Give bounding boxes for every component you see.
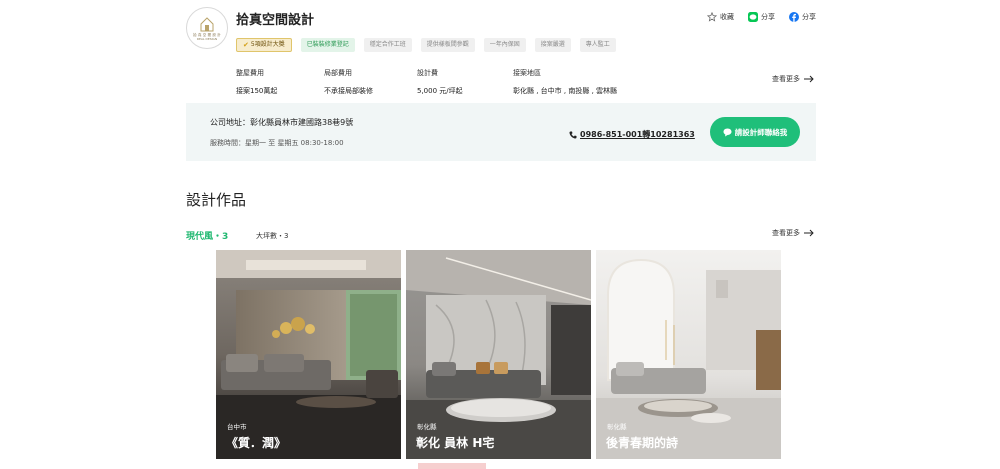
partial-label: 局部費用 [324,69,352,77]
chat-bubble-icon [723,128,732,136]
info-full-house: 整屋費用 接案150萬起 [236,68,277,96]
portfolio-see-more-label: 查看更多 [772,229,800,237]
arrow-right-icon [804,229,814,237]
award-tag-label: 5項設計大獎 [250,41,285,48]
favorite-button[interactable]: 收藏 [707,12,734,22]
arrow-right-icon [804,75,814,83]
info-service-area: 接案地區 彰化縣 , 台中市 , 南投縣 , 雲林縣 [513,68,617,96]
card-title: 彰化 員林 H宅 [416,436,495,450]
line-share-button[interactable]: 分享 [748,12,775,22]
logo-caption-en: REAL DESIGN [196,36,218,41]
portfolio-card[interactable]: 台中市 《質．潤》 [216,250,401,459]
phone-icon [569,131,577,138]
card-location: 台中市 [227,423,247,431]
company-logo: 拾 真 空 間 設 計 REAL DESIGN [186,7,228,49]
star-icon [707,12,717,22]
tab-large-size[interactable]: 大坪數・3 [256,231,288,241]
facebook-share-button[interactable]: 分享 [789,12,816,22]
design-fee-value: 5,000 元/坪起 [417,87,463,95]
favorite-label: 收藏 [720,13,734,21]
line-icon [748,12,758,22]
service-area-value: 彰化縣 , 台中市 , 南投縣 , 雲林縣 [513,87,618,95]
company-address: 公司地址：彰化縣員林市建國路38巷9號 [210,118,354,127]
tag-selective: 接案嚴選 [534,38,571,52]
info-partial: 局部費用 不承接局部裝修 [324,68,373,96]
card-location: 彰化縣 [607,423,627,431]
card-location: 彰化縣 [417,423,437,431]
phone-number: 0986-851-001轉10281363 [580,130,695,139]
info-see-more-label: 查看更多 [772,75,800,83]
full-house-value: 接案150萬起 [236,87,278,95]
banner-edge [418,463,486,469]
tag-warranty: 一年內保固 [483,38,526,52]
contact-panel: 公司地址：彰化縣員林市建國路38巷9號 服務時間：星期一 至 星期五 08:30… [186,103,816,161]
header-actions: 收藏 分享 分享 [707,12,816,22]
registered-tag: 已裝裝修業登記 [300,38,355,52]
feature-tags: ✔ 5項設計大獎 已裝裝修業登記 穩定合作工班 提供樣板間參觀 一年內保固 接案… [236,38,616,52]
contact-designer-label: 請設計師聯絡我 [734,127,788,137]
partial-value: 不承接局部裝修 [324,87,373,95]
portfolio-card[interactable]: 彰化縣 彰化 員林 H宅 [406,250,591,459]
tab-modern-style[interactable]: 現代風・3 [186,229,228,242]
design-fee-label: 設計費 [417,69,438,77]
card-title: 《質．潤》 [226,436,287,450]
tag-supervision: 專人監工 [579,38,616,52]
check-icon: ✔ [243,41,249,49]
service-hours: 服務時間：星期一 至 星期五 08:30-18:00 [210,139,344,147]
facebook-icon [789,12,799,22]
line-share-label: 分享 [761,13,775,21]
portfolio-card[interactable]: 彰化縣 後青春期的詩 [596,250,781,459]
section-title: 設計作品 [186,191,247,209]
facebook-share-label: 分享 [802,13,816,21]
service-area-label: 接案地區 [513,69,541,77]
contact-designer-button[interactable]: 請設計師聯絡我 [710,117,800,147]
award-tag: ✔ 5項設計大獎 [236,38,292,52]
card-title: 後青春期的詩 [606,436,679,450]
portfolio-see-more-link[interactable]: 查看更多 [772,228,814,238]
portfolio-cards: 台中市 《質．潤》 彰化縣 彰化 員林 H宅 彰化縣 後青春期的詩 [216,250,781,459]
tag-stable-crew: 穩定合作工班 [363,38,412,52]
tag-showroom: 提供樣板間參觀 [420,38,475,52]
phone-link[interactable]: 0986-851-001轉10281363 [569,129,695,140]
info-see-more-link[interactable]: 查看更多 [772,74,814,84]
house-logo-icon [200,16,214,31]
info-design-fee: 設計費 5,000 元/坪起 [417,68,463,96]
full-house-label: 整屋費用 [236,69,264,77]
company-name: 拾真空間設計 [236,13,315,28]
